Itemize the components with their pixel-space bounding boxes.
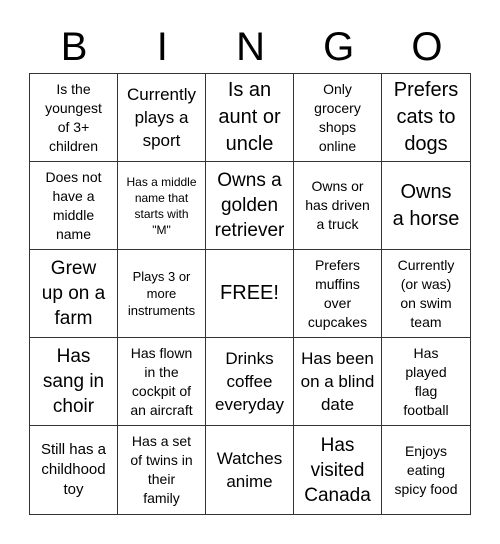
- bingo-cell[interactable]: Currently (or was) on swim team: [382, 250, 470, 338]
- bingo-cell[interactable]: Prefers muffins over cupcakes: [294, 250, 382, 338]
- header-letter-b: B: [60, 25, 88, 69]
- header-letter-i: I: [156, 25, 168, 69]
- bingo-cell[interactable]: Has flown in the cockpit of an aircraft: [118, 338, 206, 426]
- header-letter-o: O: [411, 25, 443, 69]
- bingo-cell[interactable]: Currently plays a sport: [118, 74, 206, 162]
- bingo-cell[interactable]: Has a set of twins in their family: [118, 426, 206, 514]
- bingo-cell[interactable]: Does not have a middle name: [30, 162, 118, 250]
- bingo-cell[interactable]: Owns or has driven a truck: [294, 162, 382, 250]
- header-letter-g: G: [323, 25, 355, 69]
- bingo-cell[interactable]: Plays 3 or more instruments: [118, 250, 206, 338]
- bingo-cell[interactable]: Has been on a blind date: [294, 338, 382, 426]
- bingo-header: B I N G O: [30, 22, 471, 72]
- header-letter-n: N: [236, 25, 265, 69]
- bingo-cell[interactable]: Has sang in choir: [30, 338, 118, 426]
- bingo-cell[interactable]: Still has a childhood toy: [30, 426, 118, 514]
- bingo-cell[interactable]: Has played flag football: [382, 338, 470, 426]
- bingo-cell[interactable]: Is an aunt or uncle: [206, 74, 294, 162]
- bingo-cell[interactable]: Only grocery shops online: [294, 74, 382, 162]
- bingo-cell-free[interactable]: FREE!: [206, 250, 294, 338]
- bingo-cell[interactable]: Is the youngest of 3+ children: [30, 74, 118, 162]
- bingo-cell[interactable]: Owns a horse: [382, 162, 470, 250]
- bingo-cell[interactable]: Has visited Canada: [294, 426, 382, 514]
- bingo-cell[interactable]: Enjoys eating spicy food: [382, 426, 470, 514]
- bingo-cell[interactable]: Has a middle name that starts with "M": [118, 162, 206, 250]
- bingo-cell[interactable]: Owns a golden retriever: [206, 162, 294, 250]
- bingo-grid: Is the youngest of 3+ children Currently …: [29, 73, 471, 515]
- bingo-cell[interactable]: Grew up on a farm: [30, 250, 118, 338]
- bingo-cell[interactable]: Prefers cats to dogs: [382, 74, 470, 162]
- bingo-cell[interactable]: Watches anime: [206, 426, 294, 514]
- bingo-cell[interactable]: Drinks coffee everyday: [206, 338, 294, 426]
